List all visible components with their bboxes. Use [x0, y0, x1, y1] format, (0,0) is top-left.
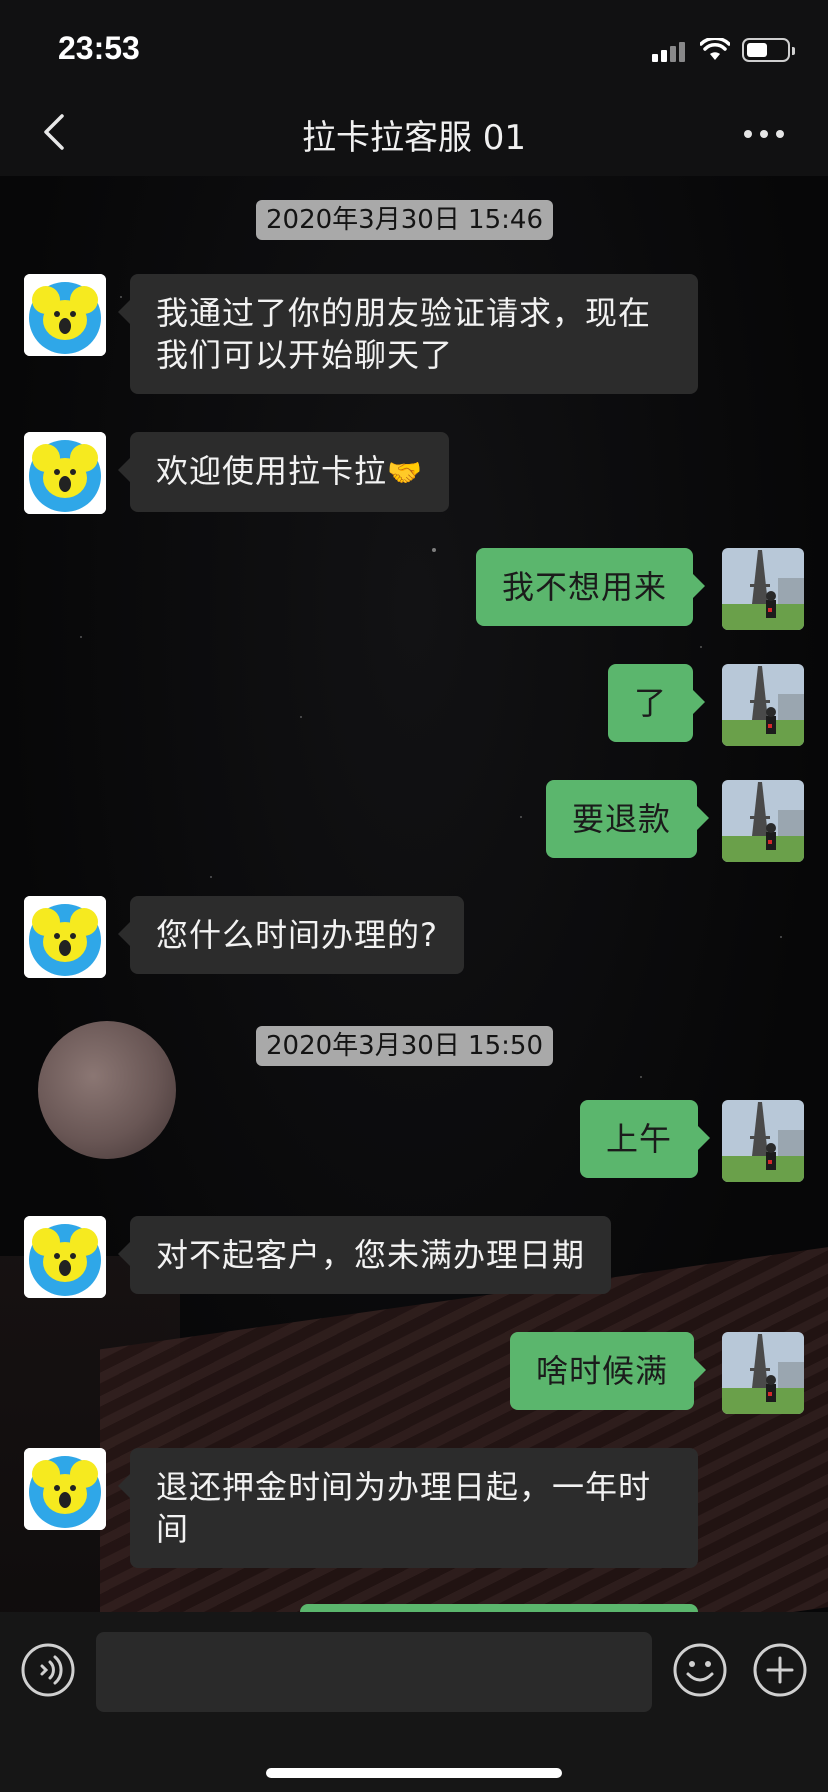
- timestamp: 2020年3月30日 15:50: [256, 1026, 553, 1066]
- avatar-service[interactable]: [24, 274, 106, 356]
- koala-avatar-icon: [24, 896, 106, 978]
- nav-bar: 拉卡拉客服 01: [0, 88, 828, 176]
- handshake-emoji-icon: 🤝: [387, 456, 423, 489]
- avatar-self[interactable]: [722, 780, 804, 862]
- message-bubble[interactable]: 要退款: [546, 780, 710, 858]
- message-bubble[interactable]: 您什么时间办理的?: [118, 896, 464, 974]
- koala-avatar-icon: [24, 274, 106, 356]
- signal-icon: [652, 40, 688, 62]
- moon-image: [38, 1021, 176, 1159]
- voice-input-button[interactable]: [20, 1642, 76, 1698]
- avatar-service[interactable]: [24, 1448, 106, 1530]
- message-bubble[interactable]: 上午: [580, 1100, 711, 1178]
- avatar-service[interactable]: [24, 896, 106, 978]
- eiffel-tower-avatar-icon: [722, 664, 804, 746]
- status-bar: 23:53: [0, 0, 828, 88]
- message-bubble[interactable]: 我通过了你的朋友验证请求，现在我们可以开始聊天了: [118, 274, 698, 394]
- avatar-self[interactable]: [722, 1100, 804, 1182]
- message-bubble[interactable]: 欢迎使用拉卡拉🤝: [118, 432, 449, 512]
- message-bubble[interactable]: 退还押金时间为办理日起，一年时间: [118, 1448, 698, 1568]
- chat-title: 拉卡拉客服 01: [301, 118, 527, 158]
- status-time: 23:53: [58, 30, 140, 66]
- avatar-service[interactable]: [24, 1216, 106, 1298]
- wifi-icon: [700, 38, 730, 60]
- koala-avatar-icon: [24, 432, 106, 514]
- battery-icon: [742, 38, 795, 62]
- timestamp: 2020年3月30日 15:46: [256, 200, 553, 240]
- avatar-service[interactable]: [24, 432, 106, 514]
- eiffel-tower-avatar-icon: [722, 548, 804, 630]
- message-bubble[interactable]: 对不起客户，您未满办理日期: [117, 1216, 612, 1294]
- avatar-self[interactable]: [722, 548, 804, 630]
- plus-button[interactable]: [752, 1642, 808, 1698]
- avatar-self[interactable]: [722, 1332, 804, 1414]
- message-bubble[interactable]: 了: [608, 664, 706, 742]
- message-bubble-partial: [300, 1604, 698, 1612]
- message-input[interactable]: [96, 1632, 652, 1712]
- emoji-button[interactable]: [672, 1642, 728, 1698]
- eiffel-tower-avatar-icon: [722, 1332, 804, 1414]
- koala-avatar-icon: [24, 1216, 106, 1298]
- eiffel-tower-avatar-icon: [722, 780, 804, 862]
- message-bubble[interactable]: 我不想用来: [476, 548, 706, 626]
- avatar-self[interactable]: [722, 664, 804, 746]
- home-indicator: [266, 1768, 562, 1778]
- more-options-button[interactable]: [740, 118, 790, 148]
- message-text: 欢迎使用拉卡拉: [156, 452, 388, 490]
- message-bubble[interactable]: 啥时候满: [510, 1332, 707, 1410]
- koala-avatar-icon: [24, 1448, 106, 1530]
- eiffel-tower-avatar-icon: [722, 1100, 804, 1182]
- input-bar: [0, 1612, 828, 1792]
